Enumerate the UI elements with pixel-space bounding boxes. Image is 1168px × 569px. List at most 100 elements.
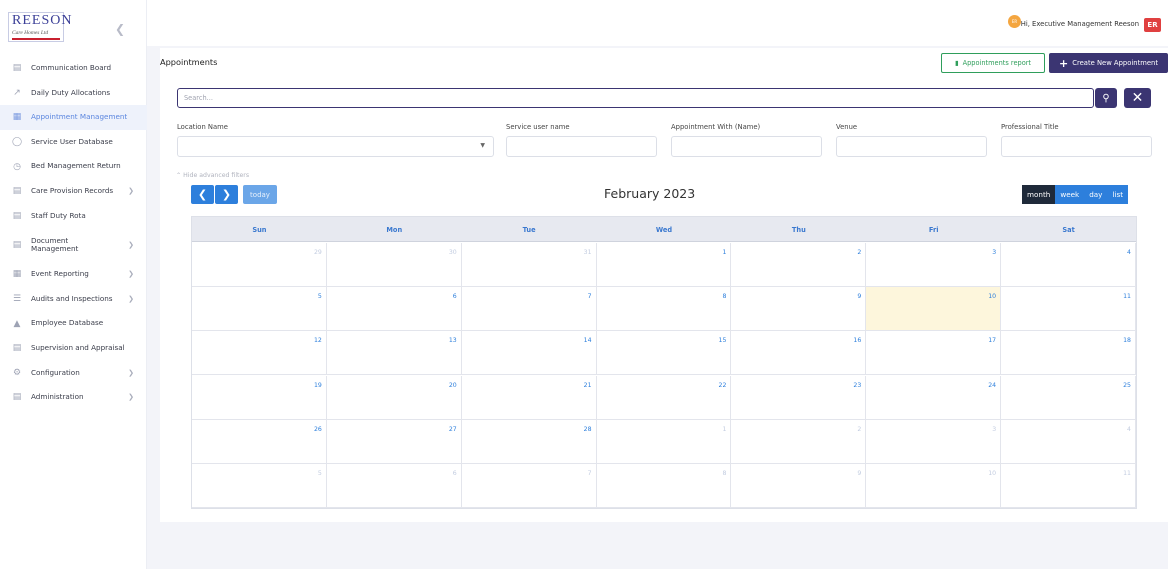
filter-input[interactable] bbox=[671, 136, 822, 157]
collapse-sidebar-icon[interactable]: ❮ bbox=[115, 22, 125, 36]
company-logo[interactable]: REESON Care Homes Ltd bbox=[8, 12, 71, 42]
calendar-day-cell[interactable]: 5 bbox=[192, 287, 327, 332]
calendar-day-cell[interactable]: 10 bbox=[866, 463, 1002, 508]
day-number[interactable]: 22 bbox=[719, 382, 727, 389]
sidebar-item-appointment-management[interactable]: ▦ Appointment Management bbox=[0, 105, 147, 130]
day-number[interactable]: 8 bbox=[722, 470, 726, 477]
calendar-day-cell[interactable]: 31 bbox=[461, 243, 597, 288]
sidebar-item-configuration[interactable]: ⚙ Configuration ❯ bbox=[0, 361, 147, 386]
day-number[interactable]: 1 bbox=[722, 249, 726, 256]
calendar-day-cell[interactable]: 3 bbox=[866, 419, 1002, 464]
hide-advanced-filters-link[interactable]: ⌃ Hide advanced filters bbox=[176, 172, 249, 179]
calendar-day-cell[interactable]: 17 bbox=[866, 331, 1002, 376]
sidebar-item-event-reporting[interactable]: ▦ Event Reporting ❯ bbox=[0, 262, 147, 287]
calendar-day-cell[interactable]: 21 bbox=[461, 375, 597, 420]
day-number[interactable]: 3 bbox=[992, 426, 996, 433]
calendar-day-cell[interactable]: 6 bbox=[326, 287, 462, 332]
today-button[interactable]: today bbox=[243, 185, 277, 204]
view-week-button[interactable]: week bbox=[1055, 185, 1085, 204]
sidebar-item-document-management[interactable]: ▤ Document Management ❯ bbox=[0, 228, 147, 262]
sidebar-item-administration[interactable]: ▤ Administration ❯ bbox=[0, 385, 147, 410]
day-number[interactable]: 4 bbox=[1127, 426, 1131, 433]
calendar-day-cell[interactable]: 9 bbox=[731, 463, 867, 508]
calendar-day-cell[interactable]: 12 bbox=[192, 331, 327, 376]
calendar-day-cell[interactable]: 26 bbox=[192, 419, 327, 464]
day-number[interactable]: 7 bbox=[588, 470, 592, 477]
day-number[interactable]: 15 bbox=[719, 337, 727, 344]
day-number[interactable]: 3 bbox=[992, 249, 996, 256]
calendar-day-cell[interactable]: 23 bbox=[731, 375, 867, 420]
calendar-day-cell[interactable]: 2 bbox=[731, 419, 867, 464]
day-number[interactable]: 30 bbox=[449, 249, 457, 256]
view-day-button[interactable]: day bbox=[1084, 185, 1108, 204]
sidebar-item-staff-duty-rota[interactable]: ▤ Staff Duty Rota bbox=[0, 204, 147, 229]
day-number[interactable]: 21 bbox=[584, 382, 592, 389]
sidebar-item-audits-and-inspections[interactable]: ☰ Audits and Inspections ❯ bbox=[0, 287, 147, 312]
day-number[interactable]: 23 bbox=[853, 382, 861, 389]
calendar-day-cell[interactable]: 2 bbox=[731, 243, 867, 288]
day-number[interactable]: 6 bbox=[453, 293, 457, 300]
calendar-day-cell[interactable]: 4 bbox=[1001, 243, 1136, 288]
calendar-day-cell[interactable]: 25 bbox=[1001, 375, 1136, 420]
calendar-day-cell[interactable]: 11 bbox=[1001, 463, 1136, 508]
next-month-button[interactable]: ❯ bbox=[215, 185, 238, 204]
sidebar-item-employee-database[interactable]: ▲ Employee Database bbox=[0, 311, 147, 336]
calendar-day-cell[interactable]: 7 bbox=[461, 287, 597, 332]
calendar-day-cell[interactable]: 29 bbox=[192, 243, 327, 288]
location-select[interactable]: ▼ bbox=[177, 136, 494, 157]
day-number[interactable]: 14 bbox=[584, 337, 592, 344]
day-number[interactable]: 24 bbox=[988, 382, 996, 389]
day-number[interactable]: 8 bbox=[722, 293, 726, 300]
calendar-day-cell[interactable]: 14 bbox=[461, 331, 597, 376]
filter-input[interactable] bbox=[1001, 136, 1152, 157]
user-greeting[interactable]: Hi, Executive Management Reeson bbox=[1021, 20, 1139, 28]
day-number[interactable]: 18 bbox=[1123, 337, 1131, 344]
day-number[interactable]: 2 bbox=[857, 249, 861, 256]
day-number[interactable]: 5 bbox=[318, 470, 322, 477]
calendar-day-cell[interactable]: 19 bbox=[192, 375, 327, 420]
view-month-button[interactable]: month bbox=[1022, 185, 1056, 204]
calendar-day-cell[interactable]: 10 bbox=[866, 287, 1002, 332]
day-number[interactable]: 11 bbox=[1123, 293, 1131, 300]
calendar-day-cell[interactable]: 1 bbox=[596, 419, 732, 464]
day-number[interactable]: 7 bbox=[588, 293, 592, 300]
calendar-day-cell[interactable]: 4 bbox=[1001, 419, 1136, 464]
day-number[interactable]: 6 bbox=[453, 470, 457, 477]
view-list-button[interactable]: list bbox=[1107, 185, 1129, 204]
calendar-day-cell[interactable]: 18 bbox=[1001, 331, 1136, 376]
day-number[interactable]: 26 bbox=[314, 426, 322, 433]
day-number[interactable]: 2 bbox=[857, 426, 861, 433]
calendar-day-cell[interactable]: 11 bbox=[1001, 287, 1136, 332]
filter-input[interactable] bbox=[506, 136, 657, 157]
calendar-day-cell[interactable]: 20 bbox=[326, 375, 462, 420]
calendar-day-cell[interactable]: 22 bbox=[596, 375, 732, 420]
sidebar-item-daily-duty-allocations[interactable]: ↗ Daily Duty Allocations bbox=[0, 81, 147, 106]
calendar-day-cell[interactable]: 16 bbox=[731, 331, 867, 376]
calendar-day-cell[interactable]: 30 bbox=[326, 243, 462, 288]
calendar-day-cell[interactable]: 13 bbox=[326, 331, 462, 376]
calendar-day-cell[interactable]: 3 bbox=[866, 243, 1002, 288]
sidebar-item-service-user-database[interactable]: ◯ Service User Database bbox=[0, 130, 147, 155]
calendar-day-cell[interactable]: 6 bbox=[326, 463, 462, 508]
day-number[interactable]: 11 bbox=[1123, 470, 1131, 477]
day-number[interactable]: 10 bbox=[988, 293, 996, 300]
calendar-day-cell[interactable]: 8 bbox=[596, 463, 732, 508]
calendar-day-cell[interactable]: 7 bbox=[461, 463, 597, 508]
day-number[interactable]: 25 bbox=[1123, 382, 1131, 389]
calendar-day-cell[interactable]: 5 bbox=[192, 463, 327, 508]
create-appointment-button[interactable]: + Create New Appointment bbox=[1049, 53, 1168, 73]
day-number[interactable]: 10 bbox=[988, 470, 996, 477]
calendar-day-cell[interactable]: 9 bbox=[731, 287, 867, 332]
avatar[interactable]: ER bbox=[1144, 18, 1161, 32]
sidebar-item-communication-board[interactable]: ▤ Communication Board bbox=[0, 56, 147, 81]
day-number[interactable]: 9 bbox=[857, 293, 861, 300]
day-number[interactable]: 4 bbox=[1127, 249, 1131, 256]
calendar-day-cell[interactable]: 8 bbox=[596, 287, 732, 332]
calendar-day-cell[interactable]: 1 bbox=[596, 243, 732, 288]
day-number[interactable]: 27 bbox=[449, 426, 457, 433]
day-number[interactable]: 19 bbox=[314, 382, 322, 389]
day-number[interactable]: 29 bbox=[314, 249, 322, 256]
clear-search-button[interactable]: ✕ bbox=[1124, 88, 1151, 108]
calendar-day-cell[interactable]: 24 bbox=[866, 375, 1002, 420]
filter-input[interactable] bbox=[836, 136, 987, 157]
